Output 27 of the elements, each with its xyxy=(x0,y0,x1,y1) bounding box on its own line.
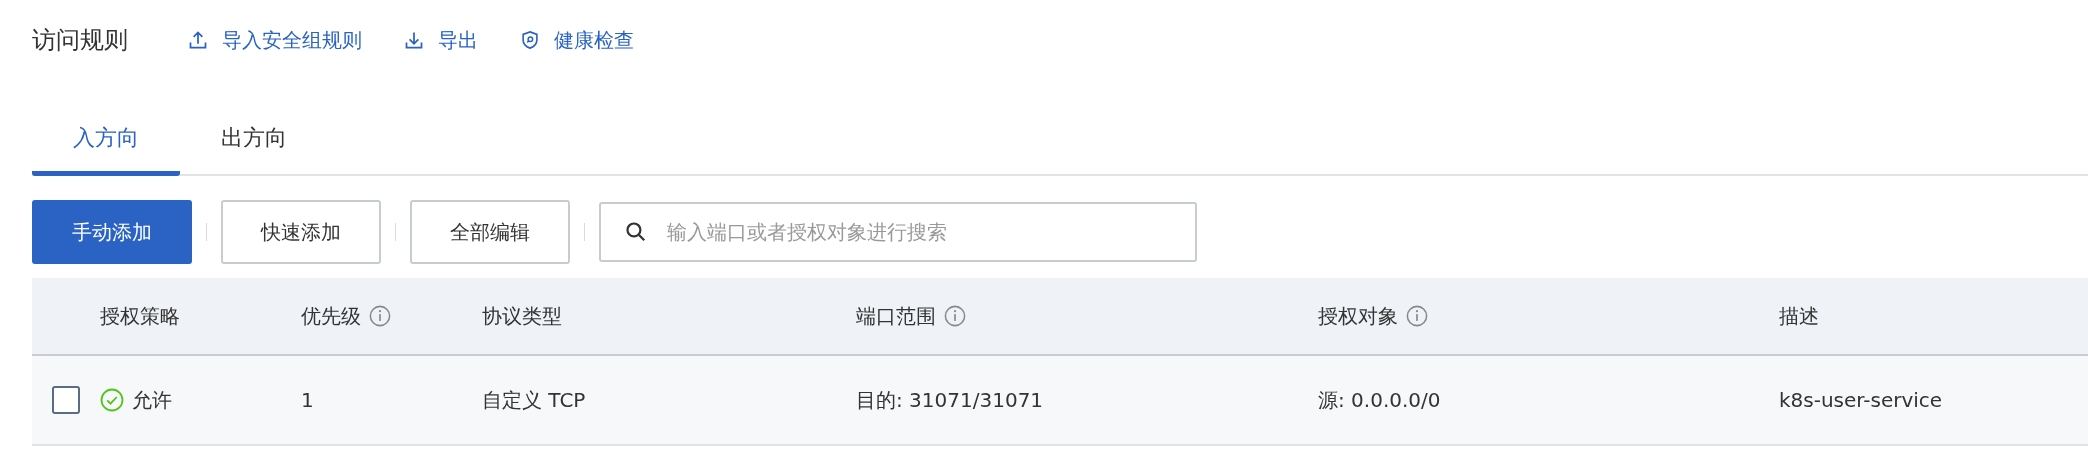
toolbar-button[interactable]: 快速添加 xyxy=(221,200,381,264)
toolbar-button[interactable]: 全部编辑 xyxy=(410,200,570,264)
action-link[interactable]: 健康检查 xyxy=(520,26,634,54)
column-header: 协议类型 xyxy=(482,302,562,330)
upload-icon xyxy=(188,30,208,50)
tab[interactable]: 入方向 xyxy=(32,108,180,176)
column-header: 端口范围 xyxy=(856,302,936,330)
table-cell: 自定义 TCP xyxy=(482,386,586,414)
checkbox[interactable] xyxy=(52,386,80,414)
toolbar-button[interactable]: 手动添加 xyxy=(32,200,192,264)
table-cell: 源: 0.0.0.0/0 xyxy=(1318,386,1441,414)
action-link[interactable]: 导入安全组规则 xyxy=(188,26,362,54)
table-cell: 目的: 31071/31071 xyxy=(856,386,1044,414)
search-icon xyxy=(625,221,647,243)
table-cell: 允许 xyxy=(132,386,172,414)
download-icon xyxy=(404,30,424,50)
shield-icon xyxy=(520,30,540,50)
section-title: 访问规则 xyxy=(32,25,128,56)
search-field[interactable]: 输入端口或者授权对象进行搜索 xyxy=(599,202,1197,262)
column-header: 授权对象 xyxy=(1318,302,1398,330)
action-link[interactable]: 导出 xyxy=(404,26,478,54)
table-cell: k8s-user-service xyxy=(1779,388,1943,412)
column-header: 授权策略 xyxy=(100,302,180,330)
table-cell: 1 xyxy=(301,388,314,412)
column-header: 优先级 xyxy=(301,302,361,330)
tab[interactable]: 出方向 xyxy=(180,108,328,174)
column-header: 描述 xyxy=(1779,302,1819,330)
